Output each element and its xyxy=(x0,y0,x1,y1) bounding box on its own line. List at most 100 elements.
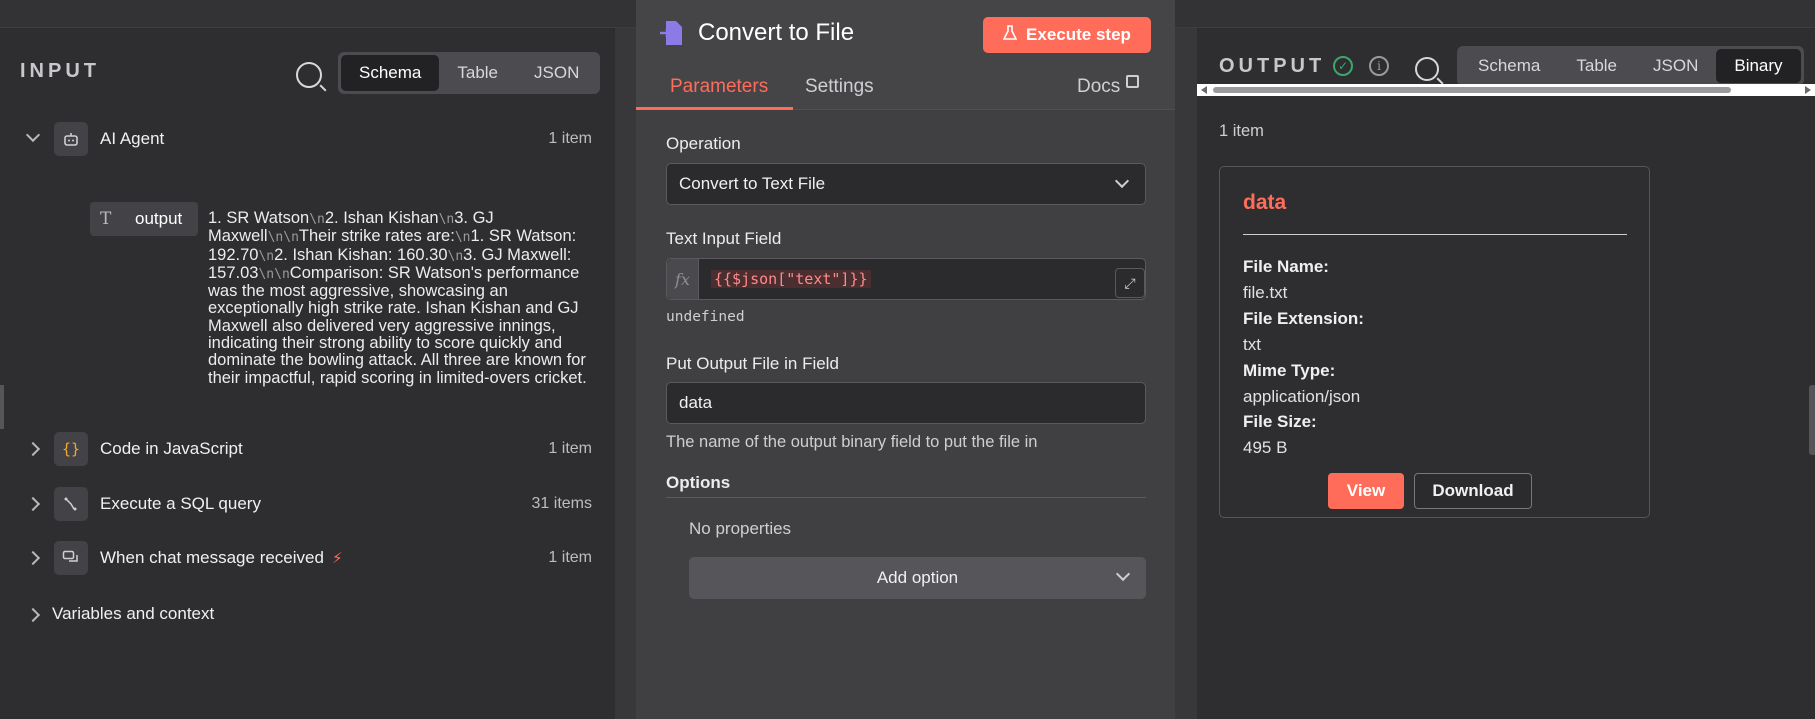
chevron-right-icon[interactable] xyxy=(25,441,41,457)
output-file-field-value: data xyxy=(679,393,713,412)
input-tab-json[interactable]: JSON xyxy=(516,55,597,91)
node-name: Code in JavaScript xyxy=(100,439,243,458)
chevron-right-icon[interactable] xyxy=(25,607,41,623)
fx-icon: fx xyxy=(667,259,699,299)
expression-value[interactable]: {{$json["text"]}} xyxy=(711,270,871,288)
newline-marker: \n xyxy=(258,266,275,282)
add-option-button[interactable]: Add option xyxy=(689,557,1146,599)
newline-marker: \n xyxy=(454,230,471,246)
output-title: OUTPUT xyxy=(1219,55,1326,77)
text-type-icon: T xyxy=(100,209,112,229)
options-label: Options xyxy=(666,473,731,492)
file-ext-value: txt xyxy=(1243,335,1261,354)
item-count: 1 item xyxy=(548,130,592,147)
file-ext-label: File Extension: xyxy=(1243,309,1364,328)
node-name: AI Agent xyxy=(100,129,165,148)
operation-value: Convert to Text File xyxy=(679,174,826,193)
text-input-field[interactable]: fx {{$json["text"]}} ⤢ xyxy=(666,258,1146,300)
view-button[interactable]: View xyxy=(1328,473,1404,509)
item-count: 1 item xyxy=(548,440,592,457)
output-tab-schema[interactable]: Schema xyxy=(1460,49,1558,83)
text-segment: Comparison: SR Watson's performance was … xyxy=(208,263,587,387)
input-tab-schema[interactable]: Schema xyxy=(341,55,440,91)
newline-marker: \n xyxy=(283,230,299,246)
file-size-label: File Size: xyxy=(1243,412,1317,431)
expression-preview: undefined xyxy=(666,309,745,325)
input-view-switch: Schema Table JSON xyxy=(338,52,601,94)
chevron-right-icon[interactable] xyxy=(25,550,41,566)
resize-handle[interactable] xyxy=(0,385,4,429)
text-segment: 1. SR Watson xyxy=(208,209,310,227)
field-value: 1. SR Watson\n2. Ishan Kishan\n3. GJ Max… xyxy=(208,209,598,387)
file-icon xyxy=(660,21,682,45)
lightning-icon: ⚡ xyxy=(331,550,343,567)
info-icon[interactable]: i xyxy=(1369,56,1389,76)
newline-marker: \n xyxy=(447,248,464,264)
mime-type-value: application/json xyxy=(1243,387,1361,406)
database-icon xyxy=(54,487,88,521)
output-file-field-input[interactable]: data xyxy=(666,382,1146,424)
mime-type-label: Mime Type: xyxy=(1243,361,1336,380)
input-title: INPUT xyxy=(20,60,100,82)
node-header: Convert to File Execute step Parameters … xyxy=(636,0,1175,110)
item-count: 1 item xyxy=(548,549,592,566)
tree-node-sql[interactable]: Execute a SQL query 31 items xyxy=(0,482,615,526)
external-link-icon xyxy=(1126,75,1140,88)
file-name-label: File Name: xyxy=(1243,257,1329,276)
node-title: Convert to File xyxy=(698,19,855,46)
text-segment: 2. Ishan Kishan xyxy=(324,209,439,227)
input-search-icon[interactable] xyxy=(296,62,322,88)
text-segment: Their strike rates are: xyxy=(298,227,455,246)
tree-node-code[interactable]: {} Code in JavaScript 1 item xyxy=(0,427,615,471)
tree-node-ai-agent[interactable]: AI Agent 1 item xyxy=(0,117,615,161)
newline-marker: \n xyxy=(274,266,290,282)
success-check-icon: ✓ xyxy=(1333,56,1353,76)
chat-icon xyxy=(54,541,88,575)
schema-field-output[interactable]: T output xyxy=(90,202,198,236)
output-item-count: 1 item xyxy=(1219,122,1264,140)
output-search-icon[interactable] xyxy=(1415,57,1439,81)
operation-select[interactable]: Convert to Text File xyxy=(666,163,1146,205)
file-name-value: file.txt xyxy=(1243,283,1288,302)
horizontal-scrollbar[interactable] xyxy=(1197,84,1815,96)
chevron-right-icon[interactable] xyxy=(25,496,41,512)
docs-link[interactable]: Docs xyxy=(1077,75,1140,98)
resize-handle[interactable] xyxy=(1809,385,1815,455)
no-properties-text: No properties xyxy=(689,519,792,538)
binary-title: data xyxy=(1243,191,1287,214)
active-tab-indicator xyxy=(636,107,793,110)
divider xyxy=(1243,234,1627,235)
newline-marker: \n xyxy=(438,212,455,227)
output-view-switch: Schema Table JSON Binary xyxy=(1457,46,1804,86)
execute-step-button[interactable]: Execute step xyxy=(983,17,1151,53)
operation-label: Operation xyxy=(666,134,741,153)
chevron-down-icon[interactable] xyxy=(25,127,41,143)
field-hint: The name of the output binary field to p… xyxy=(666,433,1038,451)
scroll-left-arrow-icon[interactable] xyxy=(1201,86,1207,94)
output-tab-binary[interactable]: Binary xyxy=(1716,49,1801,83)
item-count: 31 items xyxy=(531,495,592,512)
scrollbar-thumb[interactable] xyxy=(1213,87,1731,93)
flask-icon xyxy=(1002,24,1018,46)
expand-editor-icon[interactable]: ⤢ xyxy=(1115,268,1145,298)
braces-icon: {} xyxy=(54,432,88,466)
binary-data-card: data File Name: file.txt File Extension:… xyxy=(1219,166,1650,518)
execute-step-label: Execute step xyxy=(1026,25,1131,44)
robot-icon xyxy=(54,122,88,156)
chevron-down-icon xyxy=(1115,566,1131,582)
newline-marker: \n xyxy=(258,248,275,264)
output-panel: OUTPUT ✓ i Schema Table JSON Binary 1 it… xyxy=(1197,28,1815,719)
chevron-down-icon xyxy=(1114,173,1130,189)
output-file-field-label: Put Output File in Field xyxy=(666,354,839,373)
output-tab-table[interactable]: Table xyxy=(1558,49,1635,83)
add-option-label: Add option xyxy=(876,568,959,587)
tab-parameters[interactable]: Parameters xyxy=(670,76,768,98)
field-name: output xyxy=(135,209,183,228)
scroll-right-arrow-icon[interactable] xyxy=(1805,86,1811,94)
variables-and-context[interactable]: Variables and context xyxy=(0,596,615,632)
output-tab-json[interactable]: JSON xyxy=(1635,49,1716,83)
tab-settings[interactable]: Settings xyxy=(805,76,874,98)
input-tab-table[interactable]: Table xyxy=(439,55,516,91)
download-button[interactable]: Download xyxy=(1414,473,1532,509)
tree-node-chat-trigger[interactable]: When chat message received ⚡ 1 item xyxy=(0,536,615,580)
